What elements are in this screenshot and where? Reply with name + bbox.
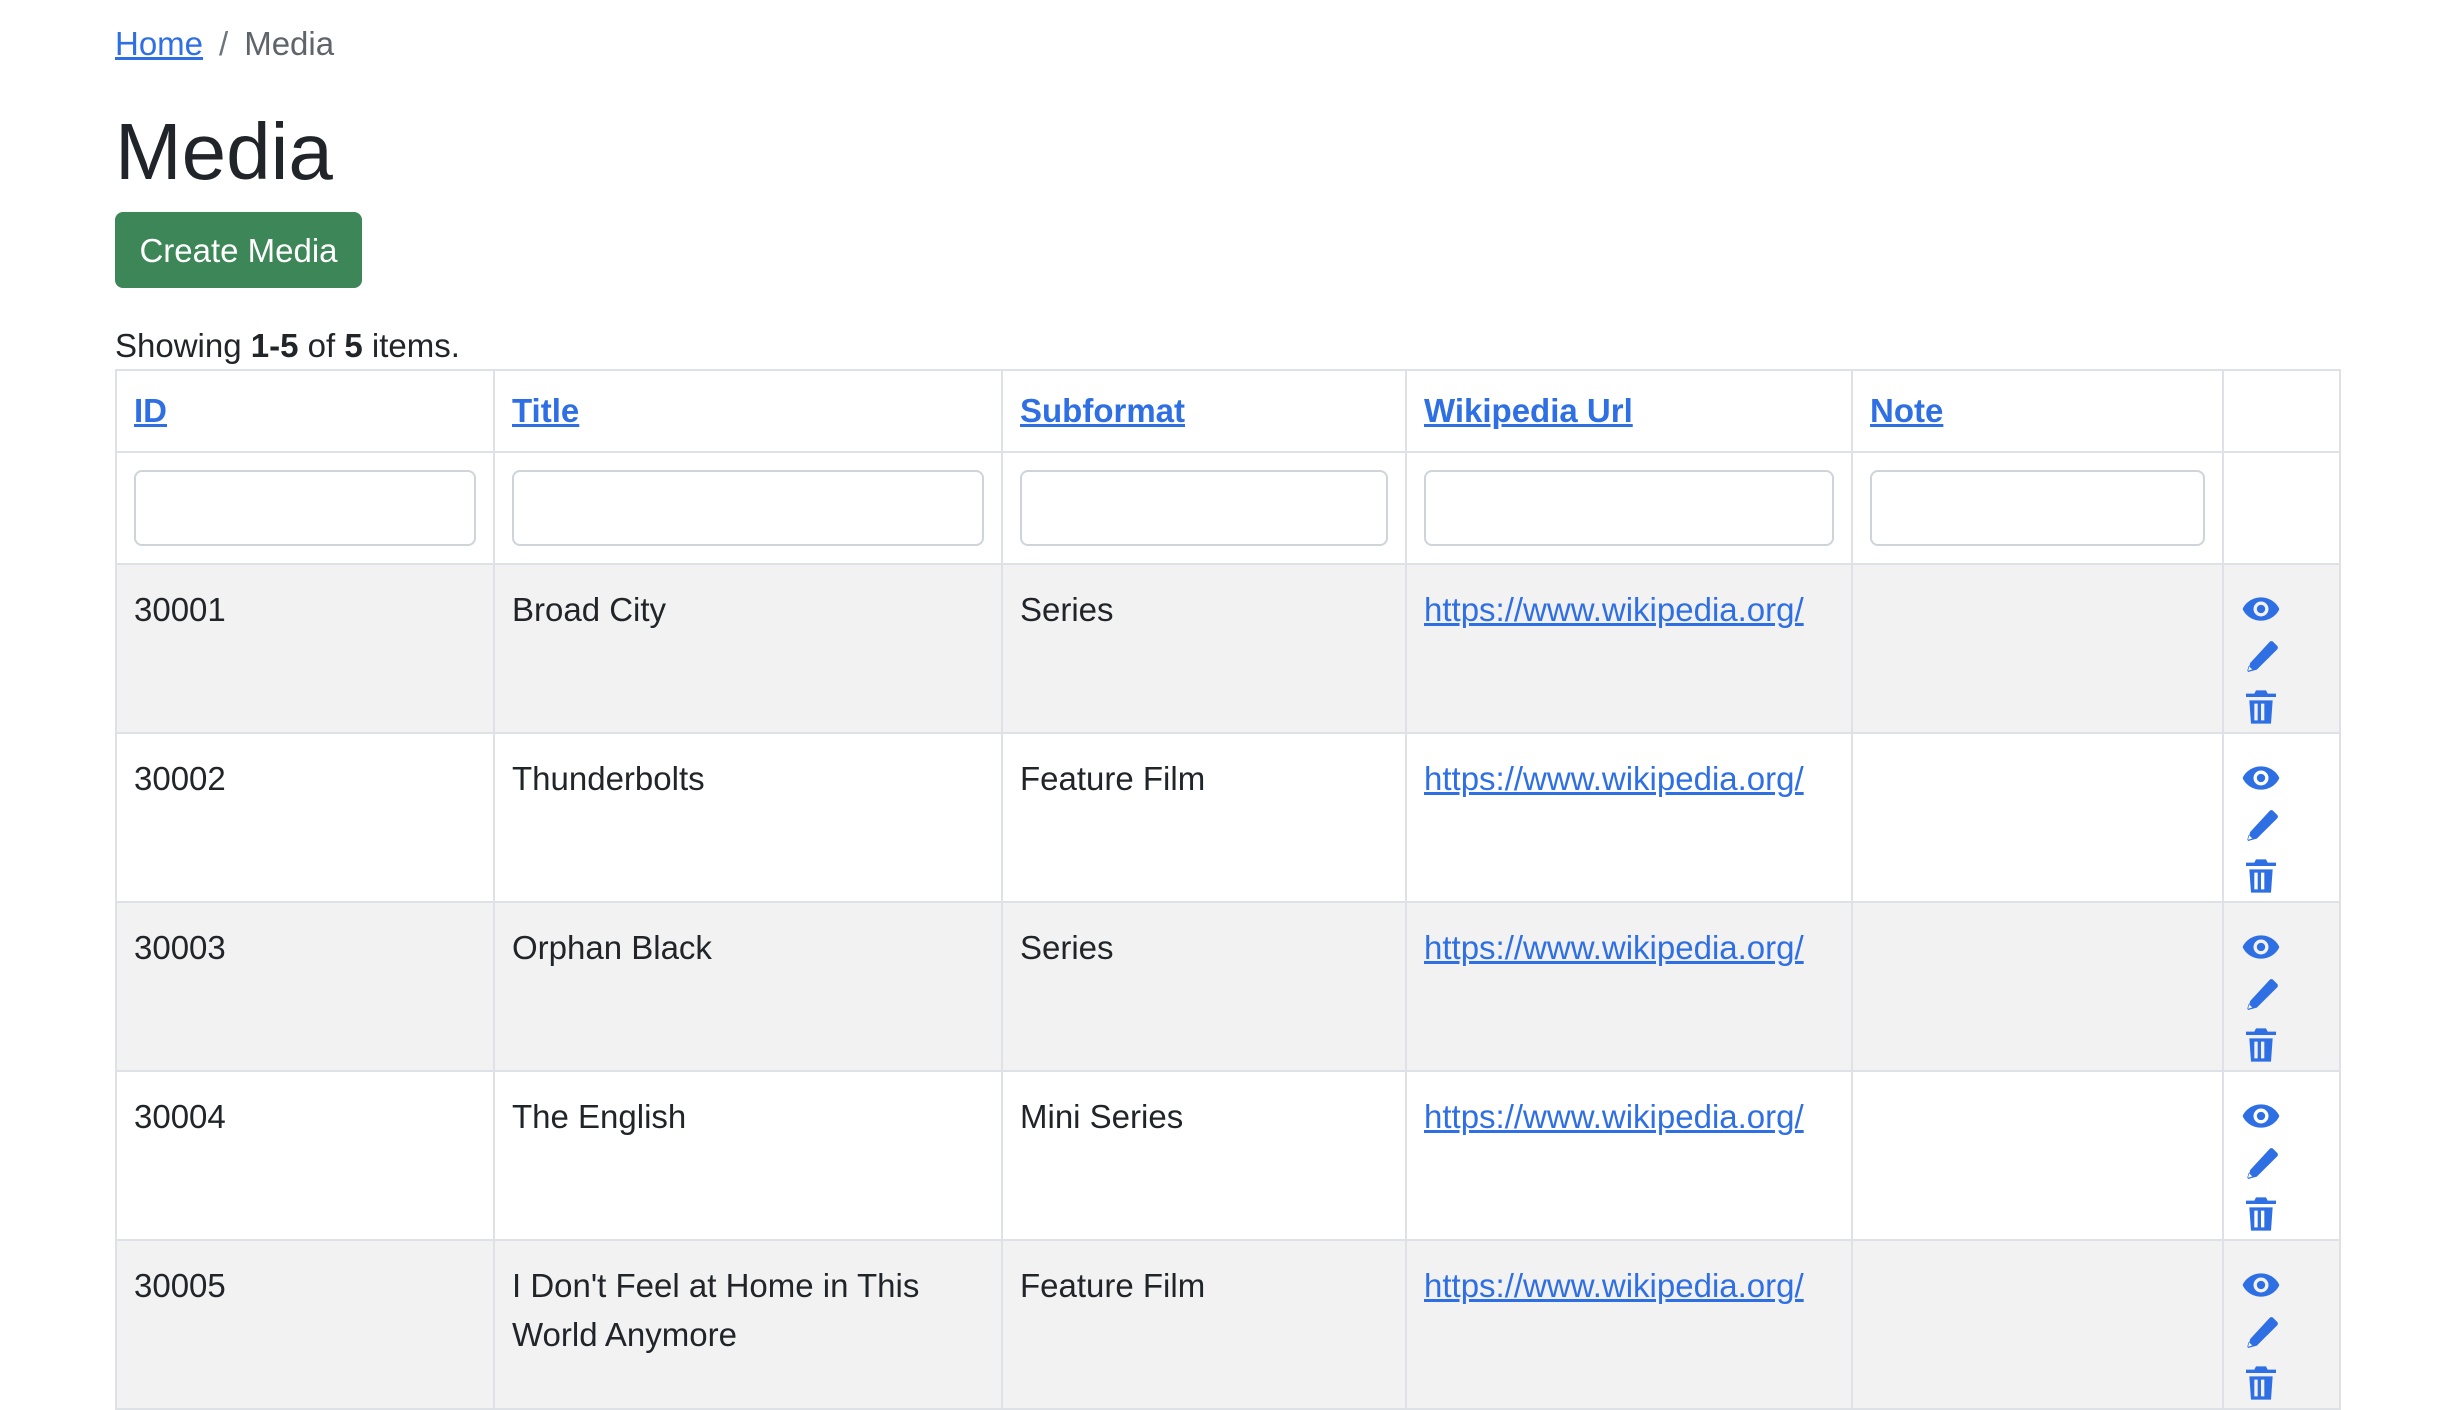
filter-wikipedia-url-input[interactable]: [1424, 470, 1834, 546]
sort-link-note[interactable]: Note: [1870, 392, 1943, 429]
cell-id: 30004: [115, 1070, 495, 1241]
cell-actions: [2222, 563, 2341, 734]
trash-icon[interactable]: [2241, 856, 2281, 896]
cell-id: 30002: [115, 732, 495, 903]
cell-wikipedia-url: https://www.wikipedia.org/: [1405, 563, 1853, 734]
column-header-id: ID: [115, 369, 495, 453]
eye-icon[interactable]: [2241, 1096, 2281, 1136]
cell-actions: [2222, 1239, 2341, 1410]
filter-cell-wikipedia-url: [1405, 451, 1853, 565]
filter-cell-title: [493, 451, 1003, 565]
filter-note-input[interactable]: [1870, 470, 2205, 546]
breadcrumb-home-link[interactable]: Home: [115, 25, 203, 62]
sort-link-title[interactable]: Title: [512, 392, 579, 429]
column-header-title: Title: [493, 369, 1003, 453]
column-header-note: Note: [1851, 369, 2224, 453]
breadcrumb-current: Media: [244, 25, 335, 62]
wikipedia-link[interactable]: https://www.wikipedia.org/: [1424, 760, 1804, 797]
pencil-icon[interactable]: [2241, 807, 2281, 847]
cell-note: [1851, 732, 2224, 903]
pencil-icon[interactable]: [2241, 1145, 2281, 1185]
breadcrumb-separator: /: [219, 25, 229, 62]
table-row: 30004 The English Mini Series https://ww…: [115, 1070, 2341, 1241]
eye-icon[interactable]: [2241, 589, 2281, 629]
cell-title: The English: [493, 1070, 1003, 1241]
media-table: ID Title Subformat Wikipedia Url Note 30…: [115, 369, 2341, 1410]
cell-wikipedia-url: https://www.wikipedia.org/: [1405, 901, 1853, 1072]
eye-icon[interactable]: [2241, 758, 2281, 798]
table-body: 30001 Broad City Series https://www.wiki…: [115, 563, 2341, 1410]
cell-id: 30003: [115, 901, 495, 1072]
table-row: 30001 Broad City Series https://www.wiki…: [115, 563, 2341, 734]
cell-wikipedia-url: https://www.wikipedia.org/: [1405, 1239, 1853, 1410]
cell-actions: [2222, 732, 2341, 903]
summary-prefix: Showing: [115, 327, 251, 364]
summary-suffix: items.: [362, 327, 460, 364]
table-row: 30005 I Don't Feel at Home in This World…: [115, 1239, 2341, 1410]
filter-cell-id: [115, 451, 495, 565]
summary-total: 5: [344, 327, 363, 364]
cell-id: 30001: [115, 563, 495, 734]
cell-actions: [2222, 901, 2341, 1072]
cell-note: [1851, 901, 2224, 1072]
trash-icon[interactable]: [2241, 687, 2281, 727]
eye-icon[interactable]: [2241, 1265, 2281, 1305]
column-header-actions: [2222, 369, 2341, 453]
cell-title: Broad City: [493, 563, 1003, 734]
filter-cell-actions: [2222, 451, 2341, 565]
pencil-icon[interactable]: [2241, 638, 2281, 678]
filter-cell-subformat: [1001, 451, 1407, 565]
cell-subformat: Series: [1001, 563, 1407, 734]
cell-title: Orphan Black: [493, 901, 1003, 1072]
column-header-wikipedia-url: Wikipedia Url: [1405, 369, 1853, 453]
cell-subformat: Feature Film: [1001, 732, 1407, 903]
breadcrumb: Home / Media: [115, 22, 334, 66]
cell-note: [1851, 1239, 2224, 1410]
trash-icon[interactable]: [2241, 1363, 2281, 1403]
cell-id: 30005: [115, 1239, 495, 1410]
column-header-subformat: Subformat: [1001, 369, 1407, 453]
pencil-icon[interactable]: [2241, 1314, 2281, 1354]
table-row: 30002 Thunderbolts Feature Film https://…: [115, 732, 2341, 903]
create-media-button[interactable]: Create Media: [115, 212, 362, 288]
sort-link-subformat[interactable]: Subformat: [1020, 392, 1185, 429]
table-row: 30003 Orphan Black Series https://www.wi…: [115, 901, 2341, 1072]
filter-subformat-input[interactable]: [1020, 470, 1388, 546]
trash-icon[interactable]: [2241, 1194, 2281, 1234]
cell-title: I Don't Feel at Home in This World Anymo…: [493, 1239, 1003, 1410]
cell-wikipedia-url: https://www.wikipedia.org/: [1405, 1070, 1853, 1241]
cell-note: [1851, 1070, 2224, 1241]
filter-row: [115, 451, 2341, 565]
sort-link-wikipedia-url[interactable]: Wikipedia Url: [1424, 392, 1633, 429]
cell-title: Thunderbolts: [493, 732, 1003, 903]
summary-range: 1-5: [250, 327, 299, 364]
cell-subformat: Feature Film: [1001, 1239, 1407, 1410]
cell-wikipedia-url: https://www.wikipedia.org/: [1405, 732, 1853, 903]
cell-subformat: Mini Series: [1001, 1070, 1407, 1241]
table-header-row: ID Title Subformat Wikipedia Url Note: [115, 369, 2341, 453]
cell-note: [1851, 563, 2224, 734]
wikipedia-link[interactable]: https://www.wikipedia.org/: [1424, 591, 1804, 628]
summary-middle: of: [298, 327, 345, 364]
trash-icon[interactable]: [2241, 1025, 2281, 1065]
filter-title-input[interactable]: [512, 470, 984, 546]
wikipedia-link[interactable]: https://www.wikipedia.org/: [1424, 1267, 1804, 1304]
sort-link-id[interactable]: ID: [134, 392, 167, 429]
wikipedia-link[interactable]: https://www.wikipedia.org/: [1424, 1098, 1804, 1135]
results-summary: Showing 1-5 of 5 items.: [115, 326, 460, 366]
cell-subformat: Series: [1001, 901, 1407, 1072]
filter-id-input[interactable]: [134, 470, 476, 546]
eye-icon[interactable]: [2241, 927, 2281, 967]
page-title: Media: [115, 107, 333, 196]
pencil-icon[interactable]: [2241, 976, 2281, 1016]
filter-cell-note: [1851, 451, 2224, 565]
cell-actions: [2222, 1070, 2341, 1241]
wikipedia-link[interactable]: https://www.wikipedia.org/: [1424, 929, 1804, 966]
